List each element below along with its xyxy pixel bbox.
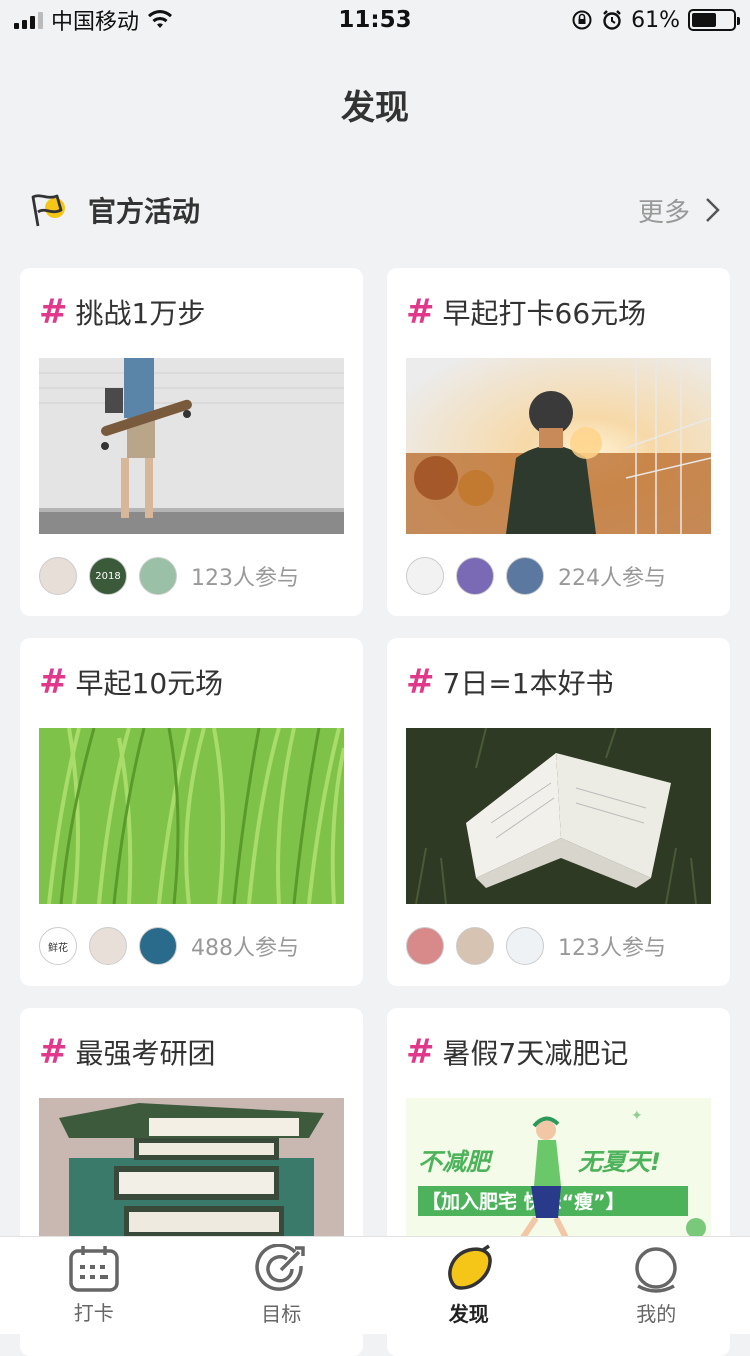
hashtag-icon: # [406, 662, 435, 702]
avatar [456, 557, 494, 595]
tab-label: 打卡 [73, 1301, 114, 1325]
clock-time: 11:53 [338, 7, 412, 33]
avatar [39, 557, 77, 595]
banner-tagline: 【加入肥宅 快乐“瘦”】 [422, 1190, 625, 1213]
avatar [139, 927, 177, 965]
participant-count: 224人参与 [558, 566, 666, 591]
avatar [506, 927, 544, 965]
carrier-label: 中国移动 [51, 10, 140, 35]
flag-icon [31, 194, 65, 227]
activity-title: # 挑战1万步 [39, 292, 344, 332]
participant-count: 123人参与 [191, 566, 299, 591]
tab-goals[interactable]: 目标 [221, 1244, 341, 1327]
tab-profile[interactable]: 我的 [596, 1244, 716, 1327]
hashtag-icon: # [39, 292, 68, 332]
avatar [506, 557, 544, 595]
hashtag-icon: # [39, 1032, 68, 1072]
page-title: 发现 [341, 88, 409, 128]
tab-checkin[interactable]: 打卡 [34, 1245, 154, 1326]
activity-card[interactable]: # 早起打卡66元场 224人参与 [387, 268, 730, 616]
svg-text:✦: ✦ [631, 1108, 643, 1124]
avatar [89, 927, 127, 965]
activity-title: # 早起10元场 [39, 662, 344, 702]
activity-image [406, 358, 711, 534]
activity-title-text: 早起10元场 [75, 667, 224, 700]
activity-image [406, 728, 711, 904]
banner-slogan-left: 不减肥 [418, 1148, 494, 1176]
activity-grid: # 挑战1万步 2018 123人参与 # 早起打卡66元场 224人参与 # … [20, 268, 730, 1356]
status-bar: 中国移动 11:53 61% [0, 0, 750, 40]
more-label: 更多 [637, 197, 690, 228]
participants-row: 2018 123人参与 [39, 556, 344, 596]
bottom-tabbar: 打卡 目标 发现 我的 [0, 1236, 750, 1334]
avatar: 鲜花 [39, 927, 77, 965]
activity-title: # 最强考研团 [39, 1032, 344, 1072]
profile-icon [635, 1247, 677, 1293]
rotation-lock-icon [572, 10, 592, 30]
activity-image [39, 358, 344, 534]
avatar [139, 557, 177, 595]
activity-title-text: 最强考研团 [75, 1037, 216, 1070]
hashtag-icon: # [406, 1032, 435, 1072]
battery-percent: 61% [631, 7, 680, 33]
hashtag-icon: # [39, 662, 68, 702]
chevron-right-icon [706, 198, 720, 222]
target-icon [255, 1244, 305, 1291]
signal-icon [14, 11, 43, 29]
tab-label: 发现 [448, 1302, 489, 1326]
section-title: 官方活动 [88, 195, 201, 228]
more-link[interactable]: 更多 [638, 192, 720, 229]
activity-title-text: 7日=1本好书 [442, 667, 614, 700]
battery-level [692, 13, 717, 27]
activity-card[interactable]: # 早起10元场 鲜花 488人参与 [20, 638, 363, 986]
avatar [406, 557, 444, 595]
activity-card[interactable]: # 7日=1本好书 123人参与 [387, 638, 730, 986]
banner-slogan-right: 无夏天! [578, 1148, 661, 1176]
alarm-icon [603, 10, 621, 30]
participants-row: 224人参与 [406, 556, 711, 596]
lemon-icon [447, 1244, 492, 1290]
participants-row: 鲜花 488人参与 [39, 926, 344, 966]
tab-discover[interactable]: 发现 [409, 1244, 529, 1327]
avatar [456, 927, 494, 965]
activity-image [39, 728, 344, 904]
calendar-icon [69, 1246, 119, 1292]
participants-row: 123人参与 [406, 926, 711, 966]
section-header-official-activities: 官方活动 更多 [30, 185, 720, 235]
battery-icon [688, 9, 740, 31]
tab-label: 我的 [636, 1302, 677, 1326]
hashtag-icon: # [406, 292, 435, 332]
activity-title: # 7日=1本好书 [406, 662, 711, 702]
activity-title: # 暑假7天减肥记 [406, 1032, 711, 1072]
activity-card[interactable]: # 挑战1万步 2018 123人参与 [20, 268, 363, 616]
activity-title-text: 暑假7天减肥记 [442, 1037, 629, 1070]
wifi-icon [148, 10, 173, 28]
activity-title: # 早起打卡66元场 [406, 292, 711, 332]
activity-title-text: 挑战1万步 [75, 297, 206, 330]
participant-count: 123人参与 [558, 936, 666, 961]
avatar: 2018 [89, 557, 127, 595]
tab-label: 目标 [261, 1302, 302, 1326]
participant-count: 488人参与 [191, 936, 299, 961]
avatar [406, 927, 444, 965]
activity-title-text: 早起打卡66元场 [442, 297, 647, 330]
